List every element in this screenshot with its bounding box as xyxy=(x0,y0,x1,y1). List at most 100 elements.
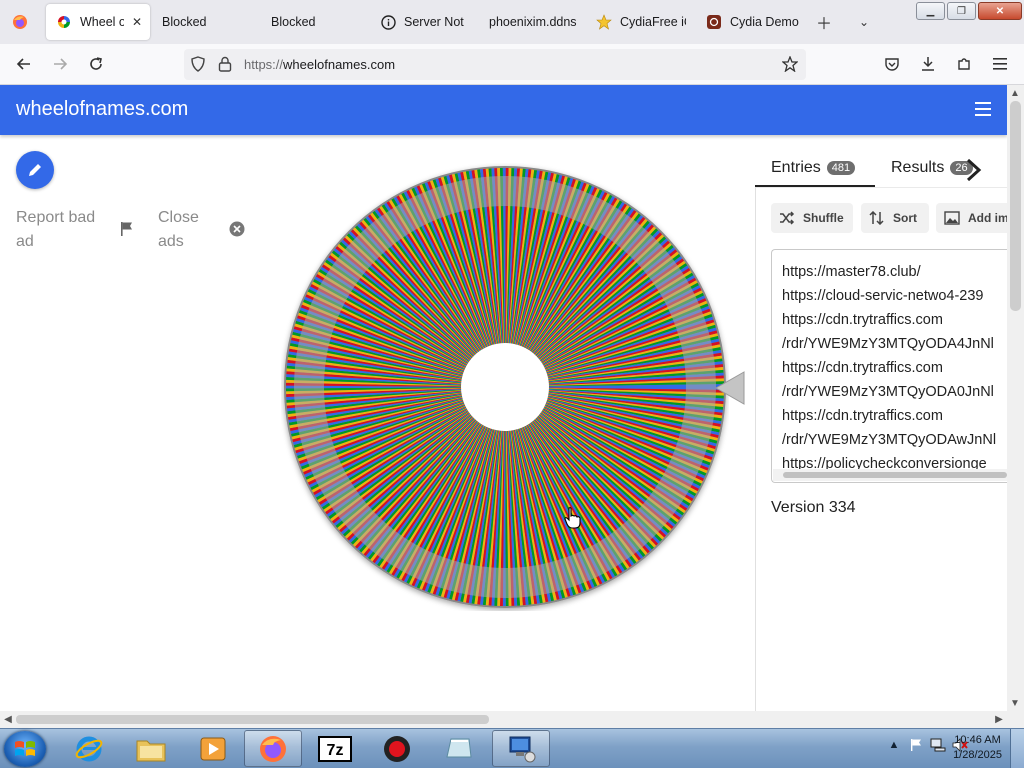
report-ad-line1: Report bad xyxy=(16,209,96,226)
tab-phoenixim[interactable]: phoenixim.ddns xyxy=(489,4,577,40)
scroll-down-arrow-icon[interactable]: ▼ xyxy=(1007,695,1023,711)
close-ads-link[interactable]: Close ads xyxy=(158,206,199,254)
minimize-button[interactable]: ▁ xyxy=(916,2,945,20)
entries-horizontal-scrollbar[interactable] xyxy=(773,469,1007,481)
taskbar-media-player[interactable] xyxy=(184,730,242,767)
tab-label: phoenixim.ddns xyxy=(489,15,577,29)
app-menu-icon[interactable] xyxy=(988,52,1012,76)
browser-tab-strip: Wheel of ✕ Blocked Blocked Server Not F … xyxy=(0,0,1024,44)
scroll-up-arrow-icon[interactable]: ▲ xyxy=(1007,85,1023,101)
tab-blocked-1[interactable]: Blocked xyxy=(162,4,258,40)
tab-cydia-demo[interactable]: Cydia Demo xyxy=(706,4,804,40)
show-desktop-button[interactable] xyxy=(1010,729,1024,768)
start-button[interactable] xyxy=(4,731,46,767)
tab-results[interactable]: Results 26 xyxy=(891,159,973,177)
taskbar-firefox[interactable] xyxy=(244,730,302,767)
site-title[interactable]: wheelofnames.com xyxy=(16,98,188,121)
tab-cydiafree[interactable]: CydiaFree iC xyxy=(596,4,686,40)
taskbar-network-tool[interactable] xyxy=(492,730,550,767)
extensions-icon[interactable] xyxy=(952,52,976,76)
entry-line: /rdr/YWE9MzY3MTQyODA4JnNl xyxy=(782,336,994,352)
back-arrow-icon[interactable] xyxy=(12,52,36,76)
close-ads-line1: Close xyxy=(158,209,199,226)
spin-wheel[interactable] xyxy=(281,163,729,611)
horizontal-scroll-thumb[interactable] xyxy=(16,715,489,724)
show-hidden-icons-icon[interactable]: ▲ xyxy=(886,737,902,753)
scroll-left-arrow-icon[interactable]: ◀ xyxy=(0,711,16,727)
sort-button[interactable]: Sort xyxy=(861,203,929,233)
tab-entries[interactable]: Entries 481 xyxy=(771,159,856,177)
network-computer-icon xyxy=(509,736,536,762)
close-tab-icon[interactable]: ✕ xyxy=(132,15,142,29)
network-status-icon[interactable] xyxy=(930,737,946,753)
entry-line: https://cdn.trytraffics.com xyxy=(782,360,943,376)
url-text[interactable]: https://wheelofnames.com xyxy=(244,57,395,72)
window-controls: ▁ ❐ ✕ xyxy=(916,2,1022,20)
tab-label: Wheel of xyxy=(80,15,124,29)
new-tab-icon[interactable]: ＋ xyxy=(812,10,836,34)
cydia-icon xyxy=(706,14,722,30)
clock-date: 1/28/2025 xyxy=(953,749,1002,761)
add-image-button[interactable]: Add ima xyxy=(936,203,1007,233)
taskbar-internet-explorer[interactable] xyxy=(60,730,118,767)
close-window-button[interactable]: ✕ xyxy=(978,2,1022,20)
sort-icon xyxy=(869,211,884,225)
app-header: wheelofnames.com xyxy=(0,85,1007,135)
address-bar[interactable]: https://wheelofnames.com xyxy=(184,49,806,80)
clock-time: 10:46 AM xyxy=(954,734,1001,746)
lock-icon[interactable] xyxy=(218,56,232,77)
action-center-flag-icon[interactable] xyxy=(908,737,924,753)
scroll-right-arrow-icon[interactable]: ▶ xyxy=(991,711,1007,727)
shuffle-icon xyxy=(780,211,795,225)
site-menu-icon[interactable] xyxy=(975,102,991,116)
star-icon xyxy=(596,14,612,30)
tab-label: Blocked xyxy=(271,15,316,29)
pocket-icon[interactable] xyxy=(880,52,904,76)
internet-explorer-icon xyxy=(75,736,103,761)
entry-line: https://cdn.trytraffics.com xyxy=(782,408,943,424)
chevron-right-icon[interactable] xyxy=(963,157,985,188)
vertical-scroll-thumb[interactable] xyxy=(1010,101,1021,311)
wheel-center-hub[interactable] xyxy=(461,343,549,431)
flag-icon[interactable] xyxy=(119,221,135,242)
bookmark-star-icon[interactable] xyxy=(781,55,799,77)
record-icon xyxy=(384,735,410,762)
shuffle-button[interactable]: Shuffle xyxy=(771,203,853,233)
downloads-icon[interactable] xyxy=(916,52,940,76)
edit-pencil-button[interactable] xyxy=(16,151,54,189)
entries-scroll-thumb[interactable] xyxy=(783,472,1007,478)
close-ads-line2: ads xyxy=(158,233,184,250)
reload-icon[interactable] xyxy=(84,52,108,76)
list-tabs-chevron-icon[interactable]: ⌄ xyxy=(852,10,876,34)
tab-wheel-of-names[interactable]: Wheel of ✕ xyxy=(46,4,150,40)
entry-line: https://cdn.trytraffics.com xyxy=(782,312,943,328)
wheelofnames-favicon xyxy=(56,14,72,30)
entry-line: https://cloud-servic-netwo4-239 xyxy=(782,288,984,304)
report-bad-ad-link[interactable]: Report bad ad xyxy=(16,206,95,254)
page-vertical-scrollbar[interactable]: ▲ ▼ xyxy=(1007,85,1024,711)
results-tab-label: Results xyxy=(891,159,945,176)
entries-tab-label: Entries xyxy=(771,159,821,176)
tab-blocked-2[interactable]: Blocked xyxy=(271,4,367,40)
tab-server-not-found[interactable]: Server Not F xyxy=(380,4,466,40)
scrollbar-corner xyxy=(1007,711,1024,728)
taskbar-file-explorer[interactable] xyxy=(122,730,180,767)
forward-arrow-icon[interactable] xyxy=(48,52,72,76)
close-circle-icon[interactable] xyxy=(229,221,245,242)
taskbar-drive-tool[interactable] xyxy=(430,730,488,767)
firefox-icon xyxy=(260,735,286,762)
pencil-icon xyxy=(29,164,41,176)
taskbar-7zip[interactable]: 7z xyxy=(306,730,364,767)
taskbar-recorder[interactable] xyxy=(368,730,426,767)
folder-icon xyxy=(136,740,166,761)
page-horizontal-scrollbar[interactable]: ◀ ▶ xyxy=(0,711,1007,728)
system-clock[interactable]: 10:46 AM 1/28/2025 xyxy=(953,733,1002,763)
entries-textarea[interactable]: https://master78.club/ https://cloud-ser… xyxy=(771,249,1007,483)
firefox-menu-icon[interactable] xyxy=(8,10,32,34)
tab-label: Cydia Demo xyxy=(730,15,799,29)
restore-button[interactable]: ❐ xyxy=(947,2,976,20)
tab-label: Server Not F xyxy=(404,15,466,29)
browser-toolbar: https://wheelofnames.com xyxy=(0,44,1024,85)
wheel-graphic xyxy=(284,166,726,608)
tracking-shield-icon[interactable] xyxy=(190,56,206,77)
